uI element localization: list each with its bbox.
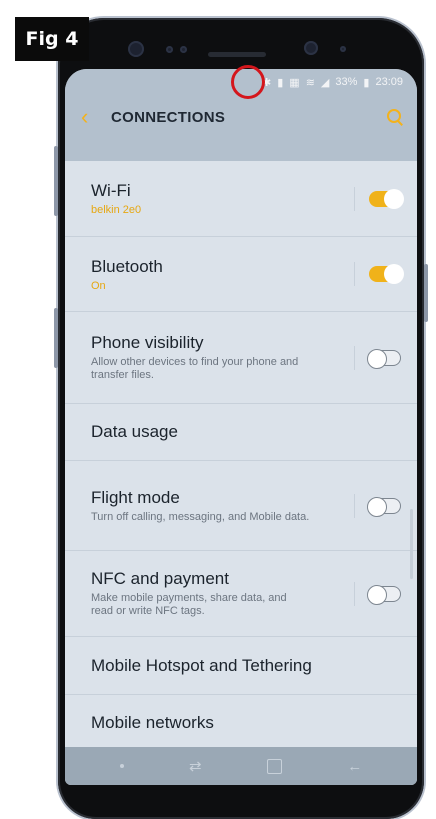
nfc-icon: ▦ <box>289 76 300 89</box>
proximity-sensor-icon <box>340 46 346 52</box>
page-title: CONNECTIONS <box>111 108 226 126</box>
setting-mobile-hotspot[interactable]: Mobile Hotspot and Tethering <box>65 637 417 695</box>
setting-subtitle: Turn off calling, messaging, and Mobile … <box>91 510 310 523</box>
back-arrow-icon[interactable]: ‹ <box>81 104 111 130</box>
phone-left-button <box>54 146 58 216</box>
setting-subtitle: On <box>91 279 106 292</box>
setting-title: Bluetooth <box>91 256 163 276</box>
setting-title: Flight mode <box>91 487 180 507</box>
iris-camera-icon <box>304 41 318 55</box>
scrollbar-thumb[interactable] <box>410 509 413 579</box>
phone-screen: ✱ ▮ ▦ ≋ ◢ 33% ▮ 23:09 ‹ CONNECTIONS Wi-F… <box>65 69 417 785</box>
setting-bluetooth[interactable]: Bluetooth On <box>65 237 417 312</box>
home-icon[interactable] <box>266 758 282 774</box>
flight-mode-toggle[interactable] <box>367 496 401 517</box>
setting-title: Mobile Hotspot and Tethering <box>91 655 312 675</box>
phone-frame: ✱ ▮ ▦ ≋ ◢ 33% ▮ 23:09 ‹ CONNECTIONS Wi-F… <box>54 18 428 819</box>
clock: 23:09 <box>375 76 403 88</box>
setting-data-usage[interactable]: Data usage <box>65 404 417 461</box>
phone-left-button-2 <box>54 308 58 368</box>
setting-title: Mobile networks <box>91 713 214 732</box>
vibrate-icon: ▮ <box>277 76 284 89</box>
figure-label: Fig 4 <box>15 17 89 61</box>
battery-percent: 33% <box>335 76 358 88</box>
bluetooth-highlight-circle <box>231 65 265 99</box>
app-header: ‹ CONNECTIONS <box>65 95 417 139</box>
search-icon[interactable] <box>387 109 403 126</box>
front-camera-icon <box>128 41 144 57</box>
back-nav-icon[interactable]: ← <box>347 758 362 775</box>
phone-visibility-toggle[interactable] <box>367 348 401 369</box>
wifi-icon: ≋ <box>305 76 315 89</box>
battery-icon: ▮ <box>363 76 370 89</box>
setting-phone-visibility[interactable]: Phone visibility Allow other devices to … <box>65 312 417 404</box>
signal-icon: ◢ <box>320 76 330 89</box>
sensor-icon <box>166 46 173 53</box>
settings-list: Wi-Fi belkin 2e0 Bluetooth On Phone visi… <box>65 161 417 751</box>
setting-title: NFC and payment <box>91 569 229 588</box>
setting-wifi[interactable]: Wi-Fi belkin 2e0 <box>65 161 417 237</box>
navigation-bar: ⇄ ← <box>65 747 417 785</box>
sensor-icon-2 <box>180 46 187 53</box>
setting-subtitle: Make mobile payments, share data, and re… <box>91 592 287 617</box>
setting-title: Data usage <box>91 422 178 441</box>
wifi-toggle[interactable] <box>369 188 404 209</box>
setting-flight-mode[interactable]: Flight mode Turn off calling, messaging,… <box>65 461 417 551</box>
bluetooth-toggle[interactable] <box>369 264 404 284</box>
phone-right-button <box>424 264 428 322</box>
nfc-toggle[interactable] <box>367 584 401 605</box>
setting-title: Phone visibility <box>91 333 204 352</box>
setting-mobile-networks[interactable]: Mobile networks <box>65 695 417 751</box>
recent-apps-icon[interactable]: ⇄ <box>189 757 202 775</box>
setting-subtitle: Allow other devices to find your phone a… <box>91 356 299 381</box>
setting-nfc-payment[interactable]: NFC and payment Make mobile payments, sh… <box>65 551 417 637</box>
nav-dot-icon <box>119 764 124 768</box>
setting-title: Wi-Fi <box>91 181 131 200</box>
earpiece-speaker <box>208 52 266 57</box>
setting-subtitle: belkin 2e0 <box>91 204 142 216</box>
